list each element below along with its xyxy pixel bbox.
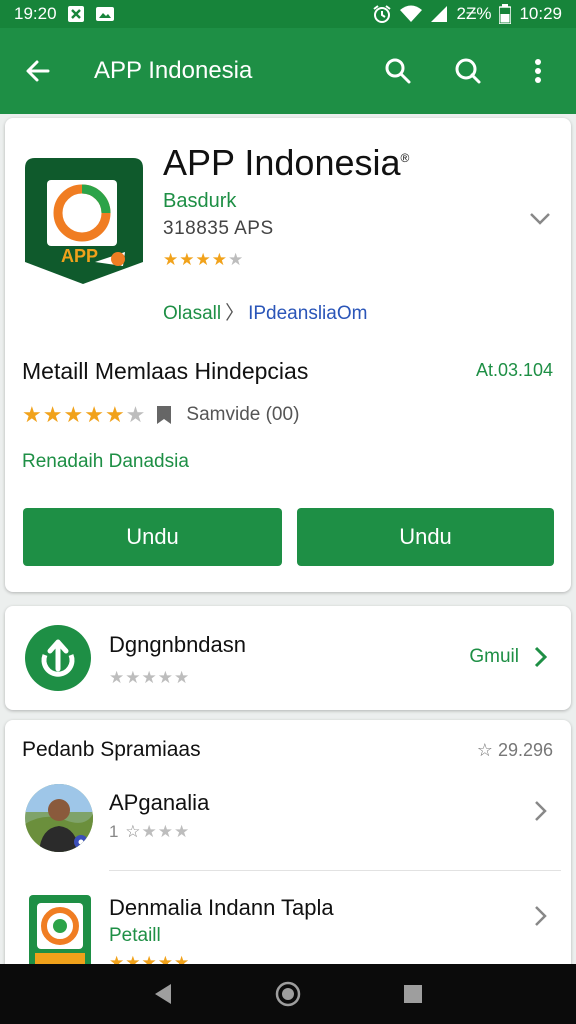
notification-x-icon (67, 5, 85, 23)
app-name-text: APP Indonesia (163, 142, 401, 183)
rating-row: ★★★★★★ Samvide (00) (22, 402, 299, 428)
list-item[interactable]: Denmalia Indann Tapla Petaill ★★★★★ (5, 885, 571, 975)
section-count-value: 29.296 (497, 740, 553, 760)
meta-green-link[interactable]: Renadaih Danadsia (22, 451, 189, 473)
star-icon: ★ (125, 668, 142, 687)
nav-back-icon[interactable] (143, 974, 183, 1014)
search-icon[interactable] (378, 51, 418, 91)
star-icon: ★ (125, 402, 147, 427)
link-secondary[interactable]: IPdeansliaOm (248, 303, 367, 324)
star-icon: ★ (104, 402, 126, 427)
app-icon-label: APP (61, 246, 99, 266)
meta-version: At.03.104 (475, 360, 553, 380)
avatar (25, 784, 93, 852)
alarm-icon (372, 4, 392, 24)
divider (109, 870, 561, 871)
tag-icon (156, 405, 176, 425)
star-icon: ★ (109, 668, 126, 687)
update-icon (25, 625, 91, 691)
star-icon: ★ (157, 668, 174, 687)
app-bar: APP Indonesia (0, 28, 576, 114)
section-title: Pedanb Spramiaas (22, 738, 201, 761)
app-name: APP Indonesia® (163, 142, 409, 184)
update-link[interactable]: Gmuil (469, 646, 519, 668)
app-detail-card: APP APP Indonesia® Basdurk 318835 APS ★★… (5, 118, 571, 592)
app-bar-title: APP Indonesia (94, 57, 253, 84)
app-icon-small (29, 895, 91, 971)
status-time-right: 10:29 (519, 4, 562, 23)
meta-rating-stars: ★★★★★★ (22, 402, 146, 428)
star-icon: ★ (141, 822, 158, 841)
nav-recents-icon[interactable] (393, 974, 433, 1014)
list-item-rating: 1 ☆★★★ (109, 822, 190, 842)
star-icon: ★ (195, 250, 212, 269)
star-icon: ☆ (476, 740, 498, 760)
chevron-right-icon[interactable] (527, 642, 553, 672)
star-icon: ★ (228, 250, 245, 269)
link-primary[interactable]: Olasall (163, 303, 221, 324)
status-time-left: 19:20 (14, 4, 57, 23)
star-icon: ★ (163, 250, 180, 269)
download-button-right[interactable]: Undu (297, 508, 554, 566)
star-icon: ★ (173, 822, 191, 841)
search-icon-secondary[interactable] (448, 51, 488, 91)
update-card[interactable]: Dgngnbndasn ★★★★★ Gmuil (5, 606, 571, 710)
developer-links: Olasall 〉 IPdeansliaOm (163, 298, 367, 325)
section-count: ☆ 29.296 (477, 740, 553, 761)
download-button-left[interactable]: Undu (23, 508, 282, 566)
star-icon: ☆ (119, 822, 142, 841)
system-nav-bar (0, 964, 576, 1024)
rating-text: Samvide (00) (186, 404, 300, 425)
list-item[interactable]: APganalia 1 ☆★★★ (5, 780, 571, 870)
star-icon: ★ (141, 668, 158, 687)
chevron-down-icon[interactable] (525, 204, 555, 234)
list-item-title: Denmalia Indann Tapla (109, 895, 334, 920)
battery-percent: 2Ƶ% (456, 4, 492, 23)
star-icon: ★ (157, 822, 174, 841)
link-separator: 〉 (225, 303, 245, 324)
star-icon: ★ (84, 402, 105, 427)
app-category: 318835 APS (163, 218, 274, 239)
star-icon: ★ (22, 402, 43, 427)
app-icon: APP (25, 158, 143, 284)
developer-link[interactable]: Basdurk (163, 190, 236, 213)
back-arrow-icon[interactable] (18, 51, 58, 91)
chevron-right-icon[interactable] (527, 796, 553, 826)
more-vert-icon[interactable] (518, 51, 558, 91)
chevron-right-icon[interactable] (527, 901, 553, 931)
list-item-subtitle: Petaill (109, 925, 161, 946)
update-title: Dgngnbndasn (109, 632, 247, 657)
related-apps-card: Pedanb Spramiaas ☆ 29.296 APganalia 1 ☆★… (5, 720, 571, 980)
star-icon: ★ (179, 250, 196, 269)
star-icon: ★ (174, 668, 191, 687)
signal-icon (430, 5, 448, 23)
status-bar: 19:20 2Ƶ% 10:29 (0, 0, 576, 28)
wifi-icon (400, 5, 423, 23)
registered-mark: ® (400, 151, 410, 165)
star-icon: ★ (42, 402, 64, 427)
photo-notification-icon (95, 5, 115, 23)
rating-prefix: 1 (109, 822, 120, 841)
battery-icon (499, 4, 512, 24)
list-item-title: APganalia (109, 790, 210, 815)
update-stars: ★★★★★ (109, 668, 190, 688)
star-icon: ★ (211, 250, 228, 269)
app-rating-stars: ★★★★★ (163, 250, 244, 270)
star-icon: ★ (63, 402, 85, 427)
nav-home-icon[interactable] (268, 974, 308, 1014)
meta-title: Metaill Memlaas Hindepcias (22, 358, 309, 384)
